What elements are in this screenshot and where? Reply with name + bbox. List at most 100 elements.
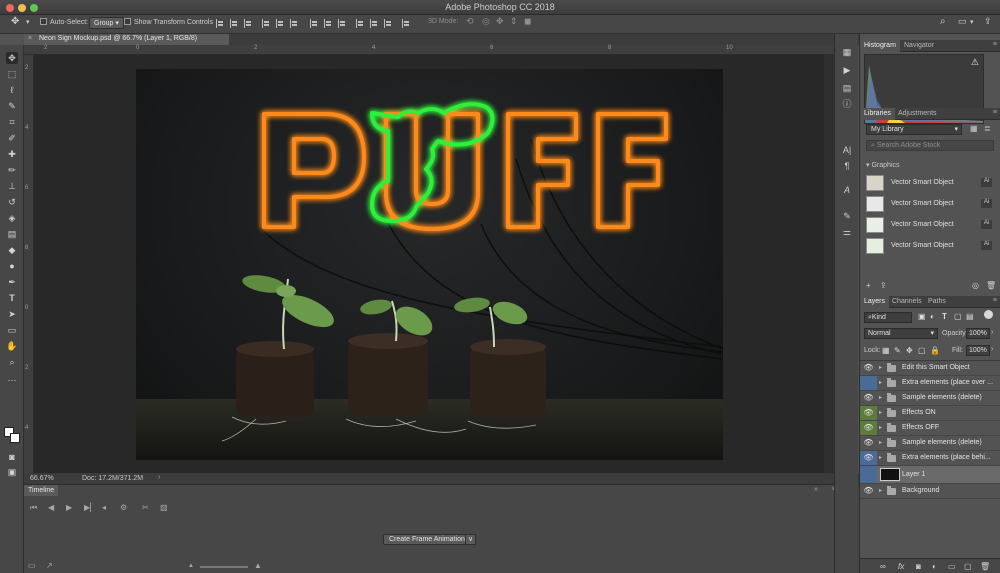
transition-icon[interactable]: ▨ (160, 503, 168, 512)
filter-shape-icon[interactable]: ▢ (954, 312, 962, 321)
split-scissors-icon[interactable]: ✂ (142, 503, 149, 512)
trash-icon[interactable]: 🗑 (980, 562, 990, 571)
panel-menu-icon[interactable]: ≡ (993, 109, 997, 116)
eraser-tool-icon[interactable]: ◈ (6, 212, 18, 224)
brushes-icon[interactable]: ✎ (841, 210, 853, 222)
lasso-tool-icon[interactable]: ℓ (6, 84, 18, 96)
distribute-top-icon[interactable] (310, 19, 318, 28)
tab-channels[interactable]: Channels (888, 296, 926, 308)
marquee-tool-icon[interactable]: ⬚ (6, 68, 18, 80)
visibility-eye-icon[interactable] (860, 376, 877, 390)
layer-row-selected[interactable]: Layer 1 (860, 466, 1000, 484)
history-icon[interactable]: ▦ (841, 46, 853, 58)
workspace-icon[interactable]: ▭ (958, 16, 967, 27)
visibility-eye-icon[interactable]: 👁 (860, 436, 877, 450)
expand-arrow-icon[interactable]: ▸ (879, 379, 882, 386)
visibility-eye-icon[interactable]: 👁 (860, 421, 877, 435)
gradient-tool-icon[interactable]: ▤ (6, 228, 18, 240)
trash-icon[interactable]: 🗑 (986, 281, 996, 290)
clone-stamp-tool-icon[interactable]: ⊥ (6, 180, 18, 192)
auto-select-dropdown[interactable]: Group ▾ (89, 17, 124, 29)
fill-chevron-icon[interactable]: › (991, 346, 993, 353)
timeline-tab[interactable]: Timeline (24, 485, 58, 496)
library-select[interactable]: My Library ▾ (866, 124, 962, 135)
expand-arrow-icon[interactable]: ▸ (879, 409, 882, 416)
3d-roll-icon[interactable]: ◎ (482, 16, 490, 27)
quick-select-tool-icon[interactable]: ✎ (6, 100, 18, 112)
next-frame-icon[interactable]: ▶▏ (84, 503, 96, 512)
settings-gear-icon[interactable]: ⚙ (120, 503, 127, 512)
align-right-icon[interactable] (290, 19, 298, 28)
search-icon[interactable]: ⌕ (940, 16, 946, 27)
layer-row[interactable]: 👁 ▸ Sample elements (delete) (860, 391, 1000, 406)
lock-all-icon[interactable]: 🔒 (930, 346, 940, 355)
document-tab[interactable]: × Neon Sign Mockup.psd @ 66.7% (Layer 1,… (24, 34, 229, 45)
link-icon[interactable]: ∞ (880, 562, 886, 571)
distribute-hcenter-icon[interactable] (370, 19, 378, 28)
zoom-out-mountain-icon[interactable]: ▲ (188, 563, 194, 569)
brush-tool-icon[interactable]: ✏ (6, 164, 18, 176)
render-video-icon[interactable]: ↗ (46, 561, 53, 570)
first-frame-icon[interactable]: ⏮ (30, 503, 37, 513)
close-tab-icon[interactable]: × (28, 35, 32, 42)
expand-arrow-icon[interactable]: ▸ (879, 487, 882, 494)
distribute-bottom-icon[interactable] (338, 19, 346, 28)
adjustment-icon[interactable]: ◐ (932, 562, 937, 571)
warning-icon[interactable]: ⚠ (971, 57, 979, 68)
character-icon[interactable]: A| (841, 144, 853, 156)
tab-layers[interactable]: Layers (860, 296, 890, 308)
glyphs-icon[interactable]: A (841, 184, 853, 196)
library-item[interactable]: Vector Smart Object Ai (866, 196, 992, 214)
visibility-eye-icon[interactable]: 👁 (860, 391, 877, 405)
tab-libraries[interactable]: Libraries (860, 108, 895, 120)
screen-mode-icon[interactable]: ▣ (6, 466, 18, 478)
zoom-level[interactable]: 66.67% (30, 475, 54, 482)
3d-pan-icon[interactable]: ✥ (496, 16, 504, 27)
mask-icon[interactable]: ◙ (916, 562, 921, 571)
layer-row[interactable]: 👁 ▸ Effects OFF (860, 421, 1000, 436)
fill-input[interactable]: 100% (966, 345, 990, 356)
tab-paths[interactable]: Paths (924, 296, 950, 308)
timeline-collapse-icon[interactable]: » (814, 486, 818, 493)
zoom-in-mountain-icon[interactable]: ▲ (254, 561, 262, 570)
healing-brush-tool-icon[interactable]: ✚ (6, 148, 18, 160)
filter-type-icon[interactable]: T (942, 312, 947, 321)
move-tool-icon[interactable]: ✥ (6, 52, 18, 64)
add-content-icon[interactable]: + (866, 281, 871, 290)
crop-tool-icon[interactable]: ⌗ (6, 116, 18, 128)
3d-slide-icon[interactable]: ⇕ (510, 16, 518, 27)
layer-row[interactable]: 👁 ▸ Effects ON (860, 406, 1000, 421)
create-frame-animation-button[interactable]: Create Frame Animation (383, 534, 471, 545)
transform-controls-checkbox[interactable]: Show Transform Controls (124, 18, 213, 26)
background-color-swatch[interactable] (10, 433, 20, 443)
paragraph-icon[interactable]: ¶ (841, 160, 853, 172)
dodge-tool-icon[interactable]: ● (6, 260, 18, 272)
layer-row[interactable]: 👁 ▸ Edit this Smart Object (860, 361, 1000, 376)
more-tools-icon[interactable]: ··· (6, 374, 18, 386)
tab-adjustments[interactable]: Adjustments (894, 108, 941, 120)
create-animation-dropdown-icon[interactable]: ∨ (465, 534, 476, 545)
swatches-icon[interactable]: ▤ (841, 82, 853, 94)
filter-toggle-icon[interactable] (984, 310, 993, 319)
expand-arrow-icon[interactable]: ▸ (879, 394, 882, 401)
workspace-chevron-icon[interactable]: ▾ (970, 18, 974, 26)
path-select-tool-icon[interactable]: ➤ (6, 308, 18, 320)
search-adobe-stock-input[interactable]: ⌕ Search Adobe Stock (866, 140, 994, 151)
3d-scale-icon[interactable]: ◼ (524, 16, 531, 27)
align-bottom-icon[interactable] (244, 19, 252, 28)
opacity-input[interactable]: 100% (966, 328, 990, 339)
visibility-eye-icon[interactable]: 👁 (860, 484, 877, 498)
upload-icon[interactable]: ⇪ (880, 281, 887, 290)
pen-tool-icon[interactable]: ✒ (6, 276, 18, 288)
blur-tool-icon[interactable]: ◆ (6, 244, 18, 256)
layer-filter-select[interactable]: ⌕Kind (864, 312, 912, 323)
panel-menu-icon[interactable]: ≡ (993, 297, 997, 304)
graphics-section-header[interactable]: ▾ Graphics (866, 161, 899, 169)
expand-arrow-icon[interactable]: ▸ (879, 439, 882, 446)
library-item[interactable]: Vector Smart Object Ai (866, 217, 992, 235)
audio-icon[interactable]: ◂ (102, 503, 106, 512)
fx-icon[interactable]: fx (898, 562, 904, 571)
rectangle-tool-icon[interactable]: ▭ (6, 324, 18, 336)
eyedropper-tool-icon[interactable]: ✐ (6, 132, 18, 144)
tab-histogram[interactable]: Histogram (860, 40, 900, 52)
